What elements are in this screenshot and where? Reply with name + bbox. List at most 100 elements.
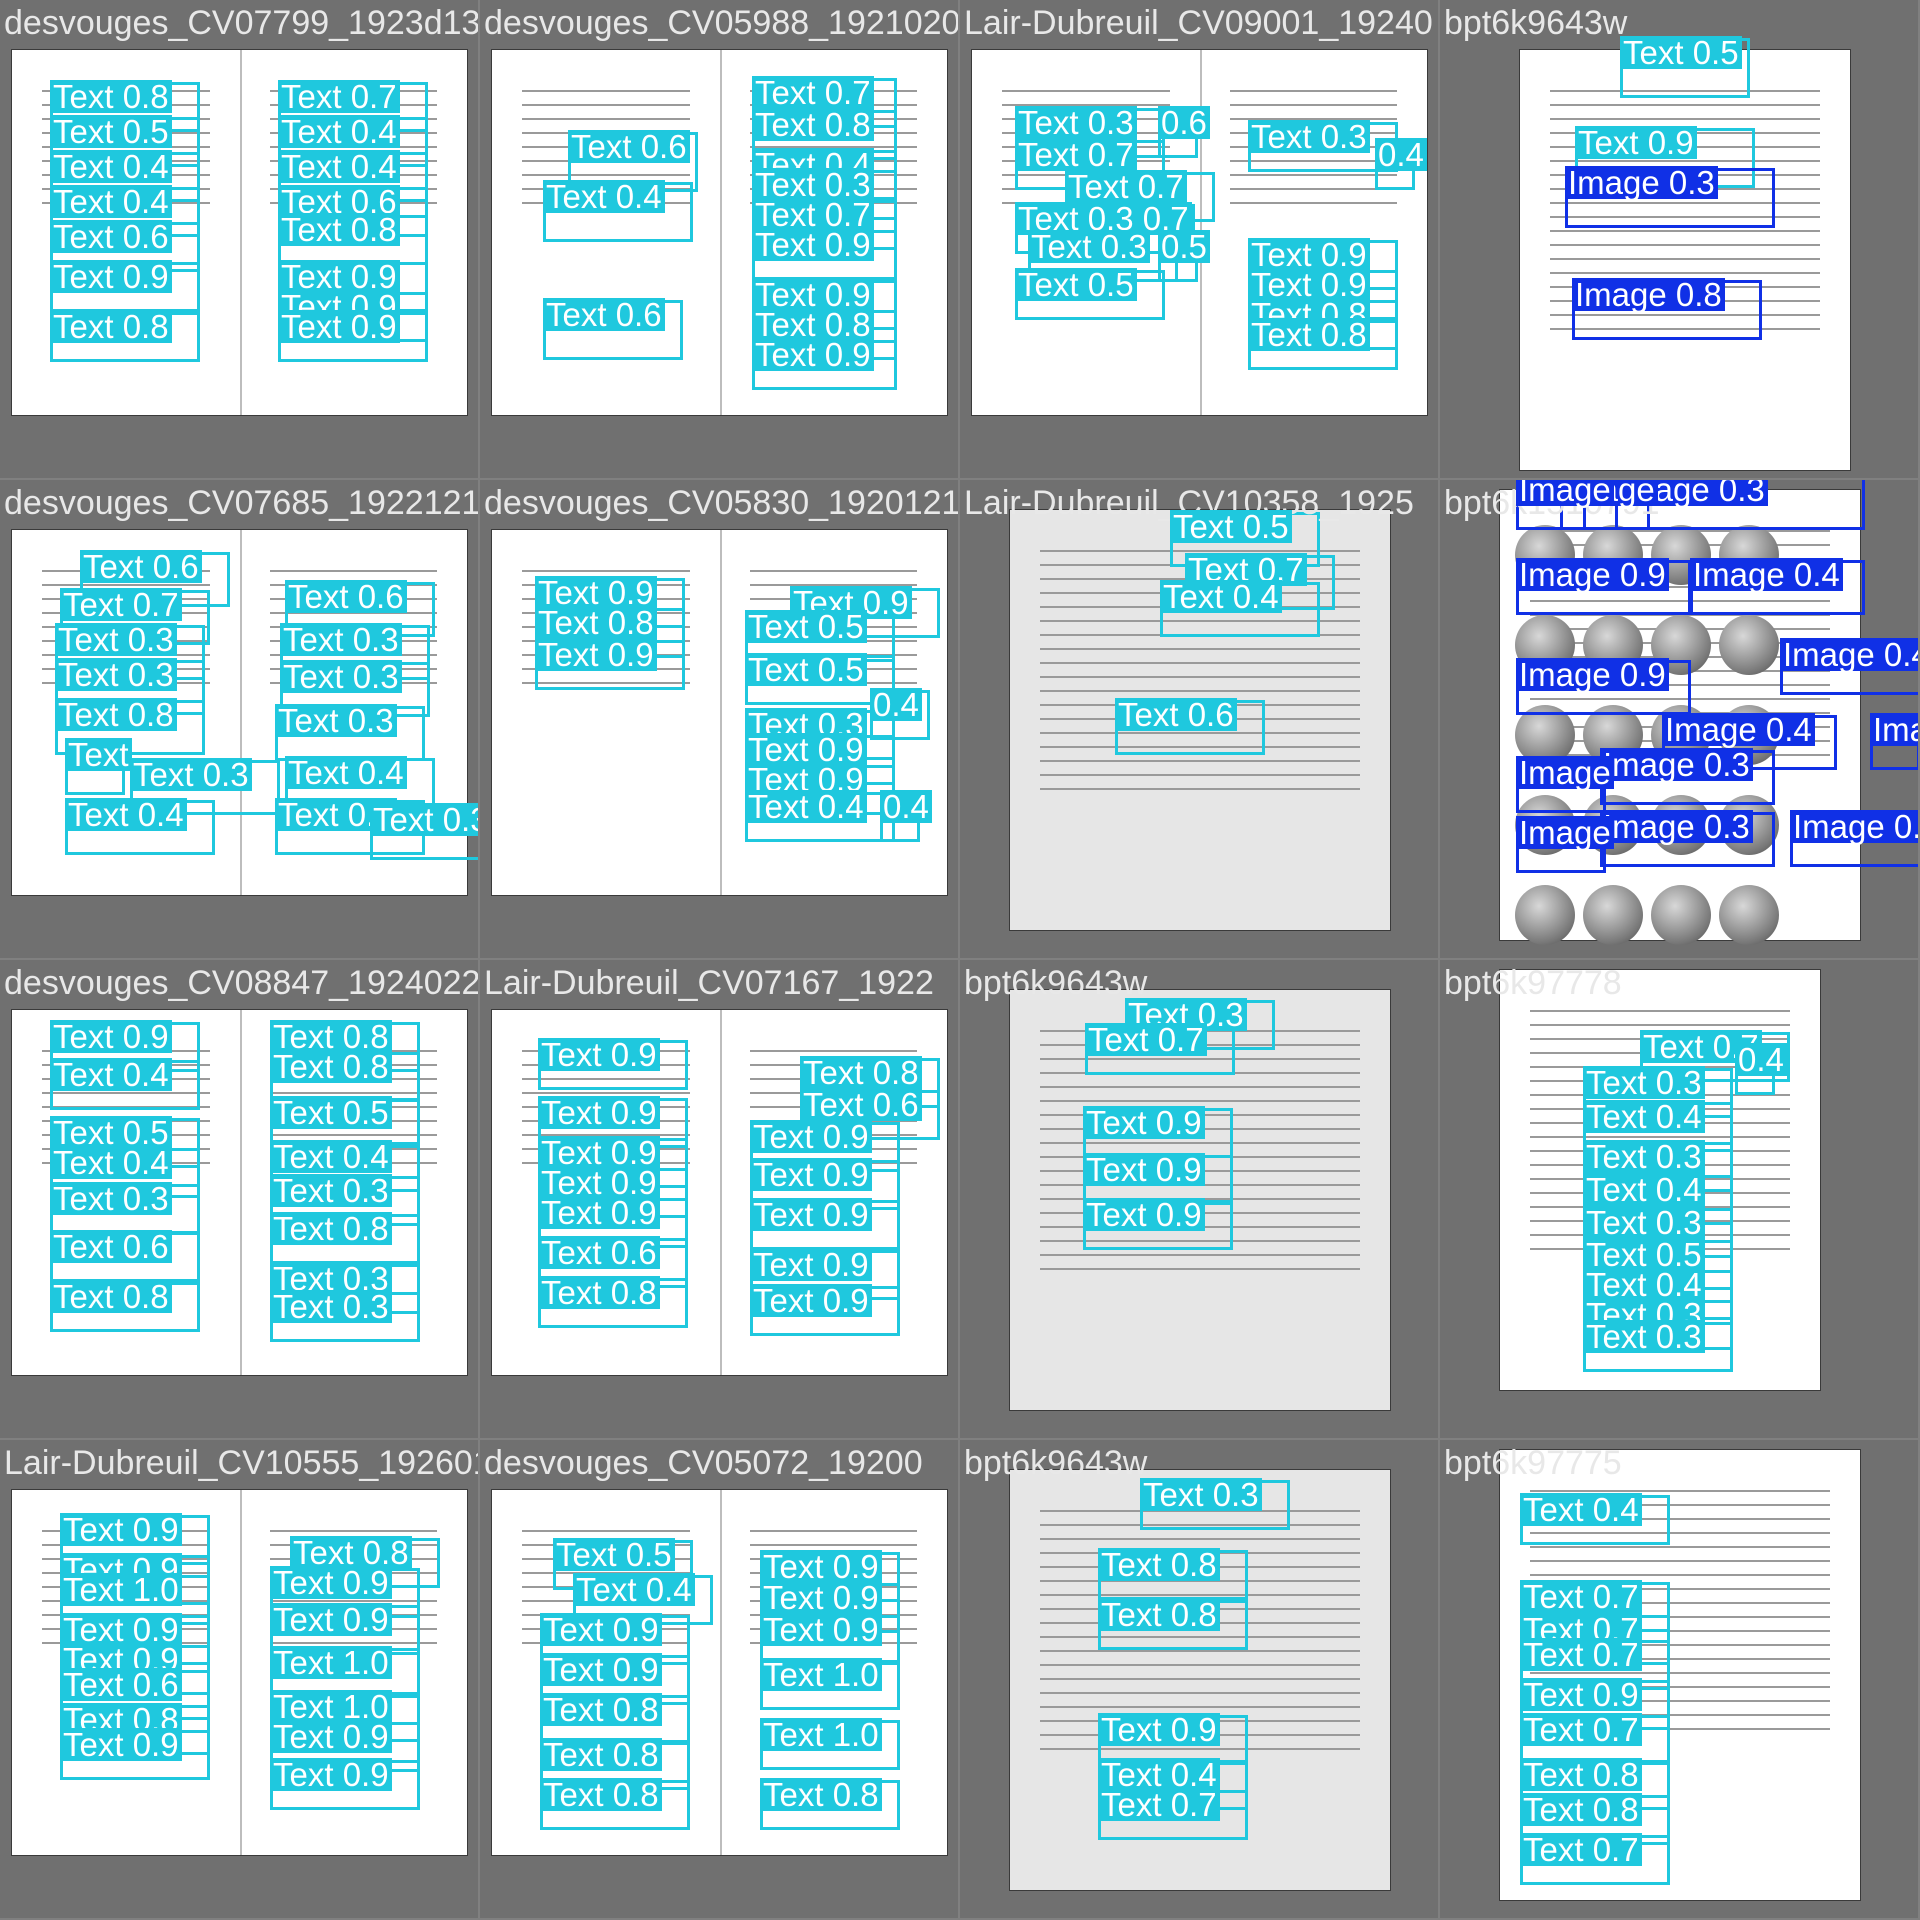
text-detection-label: Text 0.4	[1583, 1173, 1705, 1206]
text-line	[1040, 1254, 1360, 1256]
mosaic-cell: bpt6k9643w Text 0.3 Text 0.7 Text 0.9 Text 0…	[960, 960, 1438, 1438]
cell-title: desvouges_CV08847_19240227_f11.jpg	[4, 964, 478, 1002]
text-detection-label: Text 0.9	[270, 1566, 392, 1599]
text-line	[1229, 90, 1397, 92]
text-line	[749, 1050, 917, 1052]
text-line	[1530, 1574, 1830, 1576]
text-detection-label: Text 0.9	[50, 260, 172, 293]
text-detection-label: Text 0.5	[270, 1096, 392, 1129]
text-detection-label: Text 0.8	[270, 1212, 392, 1245]
text-detection-label: Text 0.6	[1115, 698, 1237, 731]
image-detection-label: Image 0.9	[1516, 558, 1669, 591]
text-detection-label: Text 1.0	[60, 1573, 182, 1606]
text-detection-label: Text	[65, 738, 132, 771]
image-detection-label: Image	[1516, 816, 1614, 849]
text-detection-label: Text 0.3	[1583, 1140, 1705, 1173]
text-line	[1040, 1268, 1360, 1270]
page-gutter	[719, 50, 722, 415]
text-line	[1040, 1100, 1360, 1102]
detection-mosaic: desvouges_CV07799_1923d131_f11.jpg Text 0…	[0, 0, 1920, 1920]
medal-image	[1583, 885, 1643, 945]
text-line	[1040, 760, 1360, 762]
text-detection-label: Text 0.5	[1620, 36, 1742, 69]
mosaic-cell: desvouges_CV08847_19240227_f11.jpg Text 0…	[0, 960, 478, 1438]
text-detection-label: Text 0.4	[278, 115, 400, 148]
cell-title: bpt6k97775	[1444, 1444, 1622, 1482]
mosaic-cell: bpt6k97775 Text 0.4 Text 0.7 Text 0.7 Text 0…	[1440, 1440, 1918, 1918]
text-detection-label: Text 0.7	[1520, 1833, 1642, 1866]
mosaic-cell: desvouges_CV05072_19200 Text 0.5 Text 0.4 T…	[480, 1440, 958, 1918]
cell-title: Lair-Dubreuil_CV07167_1922	[484, 964, 934, 1002]
text-detection-label: Text 0.4	[1160, 580, 1282, 613]
page-gutter	[239, 530, 242, 895]
text-detection-label: Text 0.4	[270, 1140, 392, 1173]
text-detection-label: Text 0.7	[1065, 170, 1187, 203]
text-line	[1530, 1546, 1830, 1548]
text-line	[1040, 1706, 1360, 1708]
text-detection-label: Text 0.4	[745, 790, 867, 823]
text-detection-label: Text 0.8	[278, 213, 400, 246]
text-detection-label: Text 0.5	[553, 1538, 675, 1571]
text-detection-label: Text 0.7	[1098, 1788, 1220, 1821]
text-detection-label: Text 0.8	[800, 1056, 922, 1089]
text-line	[1040, 1678, 1360, 1680]
text-detection-label: Text 0.5	[50, 115, 172, 148]
text-detection-label: Text 0.3	[270, 1290, 392, 1323]
text-detection-label: Text 1.0	[270, 1646, 392, 1679]
text-line	[1229, 188, 1397, 190]
text-line	[749, 1530, 917, 1532]
text-detection-label: Text 0.8	[1098, 1548, 1220, 1581]
text-detection-label: Text 0.7	[1085, 1023, 1207, 1056]
mosaic-cell: Lair-Dubreuil_CV10555_19260114_f20.jpg Te…	[0, 1440, 478, 1918]
text-detection-label: Text 0.3	[280, 660, 402, 693]
text-detection-label: Text 0.4	[285, 756, 407, 789]
text-line	[1002, 90, 1170, 92]
text-detection-label: Text 0.3	[130, 758, 252, 791]
text-detection-label: Text 0.4	[1520, 1493, 1642, 1526]
text-detection-label: Text 0.3	[280, 623, 402, 656]
mosaic-cell: bpt6k1510791Image 0.3ImageImageImage 0.9…	[1440, 480, 1918, 958]
image-detection-label: Image	[1516, 756, 1614, 789]
text-detection-label: Text 0.7	[60, 588, 182, 621]
cell-title: bpt6k9643w	[964, 964, 1148, 1002]
text-line	[1040, 774, 1360, 776]
mosaic-cell: Lair-Dubreuil_CV09001_19240 Text 0.3 0.6 Te…	[960, 0, 1438, 478]
text-detection-label: Text 0.9	[278, 310, 400, 343]
mosaic-cell: bpt6k9643w Text 0.3 Text 0.8 Text 0.8 Text 0…	[960, 1440, 1438, 1918]
image-detection-label: Image 0.3	[1600, 748, 1753, 781]
text-detection-label: Text 0.7	[1015, 138, 1137, 171]
text-detection-label: 0.4	[1735, 1043, 1787, 1076]
text-detection-label: Text 0.3	[1248, 120, 1370, 153]
medal-image	[1719, 615, 1779, 675]
text-detection-label: Text 0.3	[1583, 1066, 1705, 1099]
image-detection-label: Image 0.9	[1516, 658, 1669, 691]
text-detection-label: Text 0.3	[275, 704, 397, 737]
text-detection-label: Text 0.9	[750, 1120, 872, 1153]
text-detection-label: Text 0.7	[1520, 1638, 1642, 1671]
text-detection-label: Text 0.8	[1520, 1758, 1642, 1791]
text-line	[1530, 1024, 1790, 1026]
text-detection-label: Text 0.5	[1170, 510, 1292, 543]
text-detection-label: Text 0.9	[750, 1284, 872, 1317]
text-detection-label: Text 0.3	[1583, 1206, 1705, 1239]
text-detection-label: Text 0.8	[760, 1778, 882, 1811]
text-detection-label: Text 0.4	[1583, 1100, 1705, 1133]
text-detection-label: Text 0.4	[573, 1573, 695, 1606]
text-detection-label: Text 0.8	[55, 698, 177, 731]
mosaic-cell: Lair-Dubreuil_CV10358_1925 Text 0.5 Text 0…	[960, 480, 1438, 958]
text-detection-label: Text 0.8	[1520, 1793, 1642, 1826]
text-line	[1040, 676, 1360, 678]
text-detection-label: Text 1.0	[760, 1658, 882, 1691]
text-line	[1040, 1650, 1360, 1652]
text-line	[749, 1544, 917, 1546]
image-detection-label: Image 0.4	[1662, 713, 1815, 746]
text-detection-label: Text 0.6	[60, 1668, 182, 1701]
text-detection-label: Text 0.9	[270, 1720, 392, 1753]
text-detection-label: Text 0.4	[65, 798, 187, 831]
text-detection-label: Text 0.9	[535, 638, 657, 671]
text-detection-label: Text 0.9	[752, 338, 874, 371]
mosaic-cell: Lair-Dubreuil_CV07167_1922 Text 0.9 Text 0…	[480, 960, 958, 1438]
text-detection-label: Text 0.6	[80, 550, 202, 583]
page-gutter	[719, 1490, 722, 1855]
text-detection-label: Text 0.6	[538, 1236, 660, 1269]
